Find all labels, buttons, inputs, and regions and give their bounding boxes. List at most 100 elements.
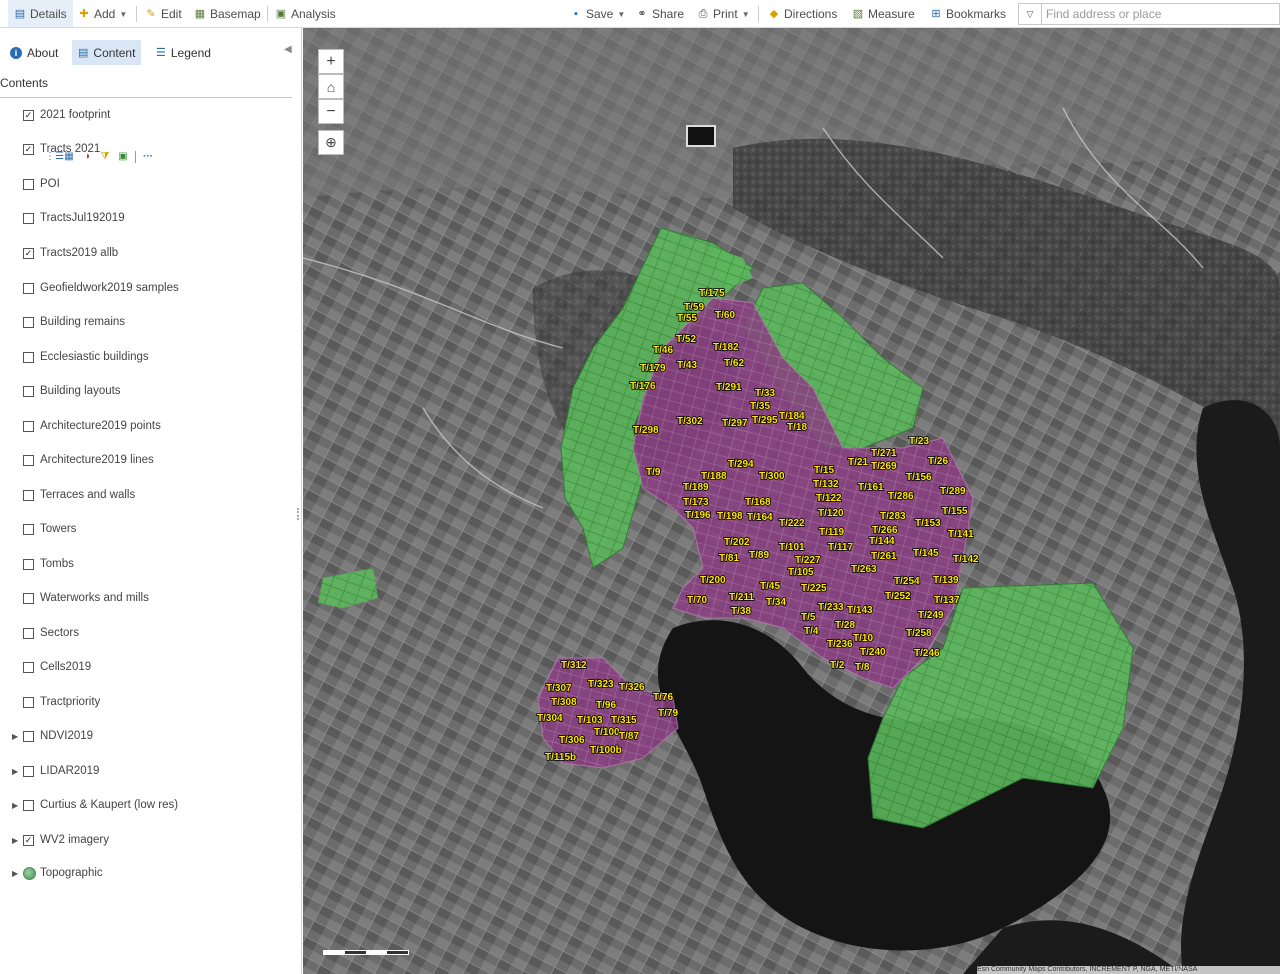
layer-name[interactable]: Cells2019 xyxy=(40,661,91,673)
layer-row[interactable]: ▶ Topographic xyxy=(0,863,300,883)
layer-name[interactable]: TractsJul192019 xyxy=(40,212,125,224)
layer-name[interactable]: NDVI2019 xyxy=(40,730,93,742)
layer-visibility-checkbox[interactable] xyxy=(23,558,34,570)
layer-name[interactable]: Building layouts xyxy=(40,385,121,397)
layer-visibility-checkbox[interactable] xyxy=(23,799,34,811)
layer-row[interactable]: POI xyxy=(0,174,300,194)
change-style-icon[interactable]: ◑ xyxy=(81,151,93,163)
layer-row[interactable]: Waterworks and mills xyxy=(0,588,300,608)
layer-name[interactable]: Building remains xyxy=(40,316,125,328)
layer-row[interactable]: TractsJul192019 xyxy=(0,208,300,228)
layer-visibility-checkbox[interactable] xyxy=(23,523,34,535)
layer-visibility-checkbox[interactable] xyxy=(23,385,34,397)
more-options-icon[interactable]: ··· xyxy=(142,151,154,163)
details-button[interactable]: ▤ Details xyxy=(8,0,73,27)
directions-button[interactable]: ◆ Directions xyxy=(768,0,838,28)
layer-name[interactable]: Geofieldwork2019 samples xyxy=(40,282,179,294)
layer-visibility-checkbox[interactable] xyxy=(23,212,34,224)
layer-visibility-checkbox[interactable] xyxy=(23,454,34,466)
perform-analysis-icon[interactable]: ▣ xyxy=(117,151,129,163)
expand-arrow-icon[interactable]: ▶ xyxy=(12,836,18,845)
layer-row[interactable]: Sectors xyxy=(0,623,300,643)
layer-row[interactable]: ✓ Tracts2019 allb xyxy=(0,243,300,263)
tab-about[interactable]: i About xyxy=(4,40,64,65)
layer-name[interactable]: 2021 footprint xyxy=(40,109,110,121)
layer-name[interactable]: POI xyxy=(40,178,60,190)
show-legend-icon[interactable]: ⋮☰ xyxy=(45,151,64,163)
layer-visibility-checkbox[interactable] xyxy=(23,282,34,294)
expand-arrow-icon[interactable]: ▶ xyxy=(12,801,18,810)
resize-handle[interactable] xyxy=(297,508,301,520)
search-source-dropdown[interactable]: ▽ xyxy=(1019,4,1042,24)
layer-row[interactable]: Towers xyxy=(0,519,300,539)
zoom-in-button[interactable]: + xyxy=(318,49,344,74)
layer-row[interactable]: ✓ 2021 footprint xyxy=(0,105,300,125)
layer-name[interactable]: Architecture2019 lines xyxy=(40,454,154,466)
layer-visibility-checkbox[interactable] xyxy=(23,592,34,604)
basemap-button[interactable]: ▦ Basemap xyxy=(194,0,261,28)
layer-visibility-checkbox[interactable]: ✓ xyxy=(23,143,34,155)
layer-name[interactable]: Tractpriority xyxy=(40,696,100,708)
layer-name[interactable]: Ecclesiastic buildings xyxy=(40,351,149,363)
layer-visibility-checkbox[interactable]: ✓ xyxy=(23,247,34,259)
save-button[interactable]: ▪ Save ▼ xyxy=(570,0,625,28)
layer-row[interactable]: ▶ ✓ WV2 imagery xyxy=(0,830,300,850)
layer-row[interactable]: Cells2019 xyxy=(0,657,300,677)
filter-icon[interactable]: ⧩ xyxy=(99,151,111,163)
layer-visibility-checkbox[interactable] xyxy=(23,627,34,639)
layer-name[interactable]: Curtius & Kaupert (low res) xyxy=(40,799,178,811)
home-button[interactable]: ⌂ xyxy=(318,74,344,99)
share-button[interactable]: ⚭ Share xyxy=(636,0,684,28)
bookmarks-button[interactable]: ⊞ Bookmarks xyxy=(930,0,1006,28)
map-view[interactable]: T/175 T/59 T/55 T/60 T/52 T/46 T/182 T/43 T/179 T… xyxy=(303,28,1280,974)
tab-content[interactable]: ▤ Content xyxy=(72,40,142,65)
layer-row[interactable]: Terraces and walls xyxy=(0,485,300,505)
layer-visibility-checkbox[interactable] xyxy=(23,316,34,328)
layer-visibility-checkbox[interactable]: ✓ xyxy=(23,834,34,846)
print-button[interactable]: ⎙ Print ▼ xyxy=(697,0,750,28)
layer-visibility-checkbox[interactable] xyxy=(23,351,34,363)
layer-row[interactable]: Building remains xyxy=(0,312,300,332)
layer-visibility-checkbox[interactable] xyxy=(23,765,34,777)
locate-button[interactable]: ⊕ xyxy=(318,130,344,155)
layer-name[interactable]: Tombs xyxy=(40,558,74,570)
layer-row[interactable]: ▶ LIDAR2019 xyxy=(0,761,300,781)
layer-row[interactable]: Architecture2019 points xyxy=(0,416,300,436)
layer-row[interactable]: Architecture2019 lines xyxy=(0,450,300,470)
expand-arrow-icon[interactable]: ▶ xyxy=(12,767,18,776)
layer-name[interactable]: WV2 imagery xyxy=(40,834,109,846)
analysis-button[interactable]: ▣ Analysis xyxy=(275,0,336,28)
layer-name[interactable]: Architecture2019 points xyxy=(40,420,161,432)
expand-arrow-icon[interactable]: ▶ xyxy=(12,869,18,878)
layer-visibility-checkbox[interactable] xyxy=(23,730,34,742)
layer-row[interactable]: Tombs xyxy=(0,554,300,574)
layer-name[interactable]: Tracts2019 allb xyxy=(40,247,118,259)
attribute-table-icon[interactable]: ▦ xyxy=(63,151,75,163)
layer-visibility-checkbox[interactable] xyxy=(23,420,34,432)
layer-visibility-checkbox[interactable] xyxy=(23,178,34,190)
layer-name[interactable]: Terraces and walls xyxy=(40,489,135,501)
add-button[interactable]: ✚ Add ▼ xyxy=(78,0,127,28)
layer-row[interactable]: Building layouts xyxy=(0,381,300,401)
layer-name[interactable]: Sectors xyxy=(40,627,79,639)
layer-name[interactable]: Topographic xyxy=(40,867,103,879)
zoom-out-button[interactable]: − xyxy=(318,99,344,124)
layer-name[interactable]: Waterworks and mills xyxy=(40,592,149,604)
layer-visibility-checkbox[interactable] xyxy=(23,661,34,673)
layer-row[interactable]: Geofieldwork2019 samples xyxy=(0,278,300,298)
layer-row[interactable]: Ecclesiastic buildings xyxy=(0,347,300,367)
layer-row[interactable]: Tractpriority xyxy=(0,692,300,712)
tab-legend[interactable]: ☰ Legend xyxy=(150,40,217,65)
expand-arrow-icon[interactable]: ▶ xyxy=(12,732,18,741)
layer-visibility-checkbox[interactable] xyxy=(23,489,34,501)
measure-button[interactable]: ▧ Measure xyxy=(852,0,915,28)
layer-name[interactable]: LIDAR2019 xyxy=(40,765,99,777)
layer-row[interactable]: ▶ Curtius & Kaupert (low res) xyxy=(0,795,300,815)
layer-row[interactable]: ▶ NDVI2019 xyxy=(0,726,300,746)
layer-visibility-checkbox[interactable]: ✓ xyxy=(23,109,34,121)
layer-visibility-checkbox[interactable] xyxy=(23,696,34,708)
search-input[interactable] xyxy=(1042,4,1279,24)
layer-name[interactable]: Towers xyxy=(40,523,76,535)
edit-button[interactable]: ✎ Edit xyxy=(145,0,181,28)
collapse-panel-icon[interactable]: ◀ xyxy=(284,44,292,55)
